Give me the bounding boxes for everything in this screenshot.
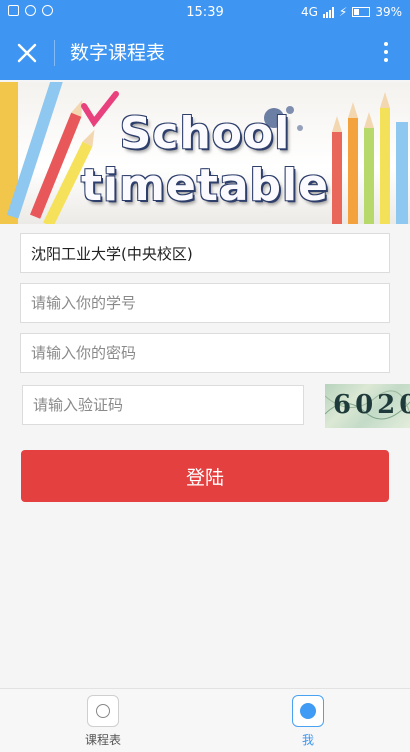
schedule-tab-icon <box>87 695 119 727</box>
page-title: 数字课程表 <box>70 42 166 64</box>
close-icon[interactable] <box>16 42 38 64</box>
app-bar: 数字课程表 <box>0 26 410 80</box>
me-tab-icon <box>292 695 324 727</box>
bottom-tab-bar: 课程表 我 <box>0 688 410 752</box>
charging-icon: ⚡ <box>338 5 348 19</box>
network-type: 4G <box>300 5 318 19</box>
captcha-image[interactable]: 6020 <box>325 384 410 428</box>
student-id-input[interactable] <box>20 283 390 323</box>
password-input[interactable] <box>20 333 390 373</box>
battery-icon <box>352 7 371 17</box>
tab-me[interactable]: 我 <box>248 689 368 752</box>
status-icons-right: 4G ⚡ 39% <box>301 5 402 19</box>
more-vertical-icon[interactable] <box>382 39 390 67</box>
app-bar-divider <box>54 40 55 66</box>
school-timetable-banner: School timetable <box>0 82 410 224</box>
school-field[interactable] <box>20 233 390 273</box>
status-bar: 15:39 4G ⚡ 39% <box>0 0 410 26</box>
tab-me-label: 我 <box>301 733 314 747</box>
captcha-text: 6020 <box>333 390 410 420</box>
captcha-input[interactable] <box>22 385 304 425</box>
battery-percent: 39% <box>375 5 402 19</box>
login-button[interactable]: 登陆 <box>21 450 389 502</box>
signal-icon <box>322 6 334 18</box>
tab-schedule[interactable]: 课程表 <box>43 689 163 752</box>
tab-schedule-label: 课程表 <box>84 733 121 747</box>
banner-title-line2: timetable <box>81 160 329 211</box>
banner-title-line1: School <box>119 108 291 159</box>
